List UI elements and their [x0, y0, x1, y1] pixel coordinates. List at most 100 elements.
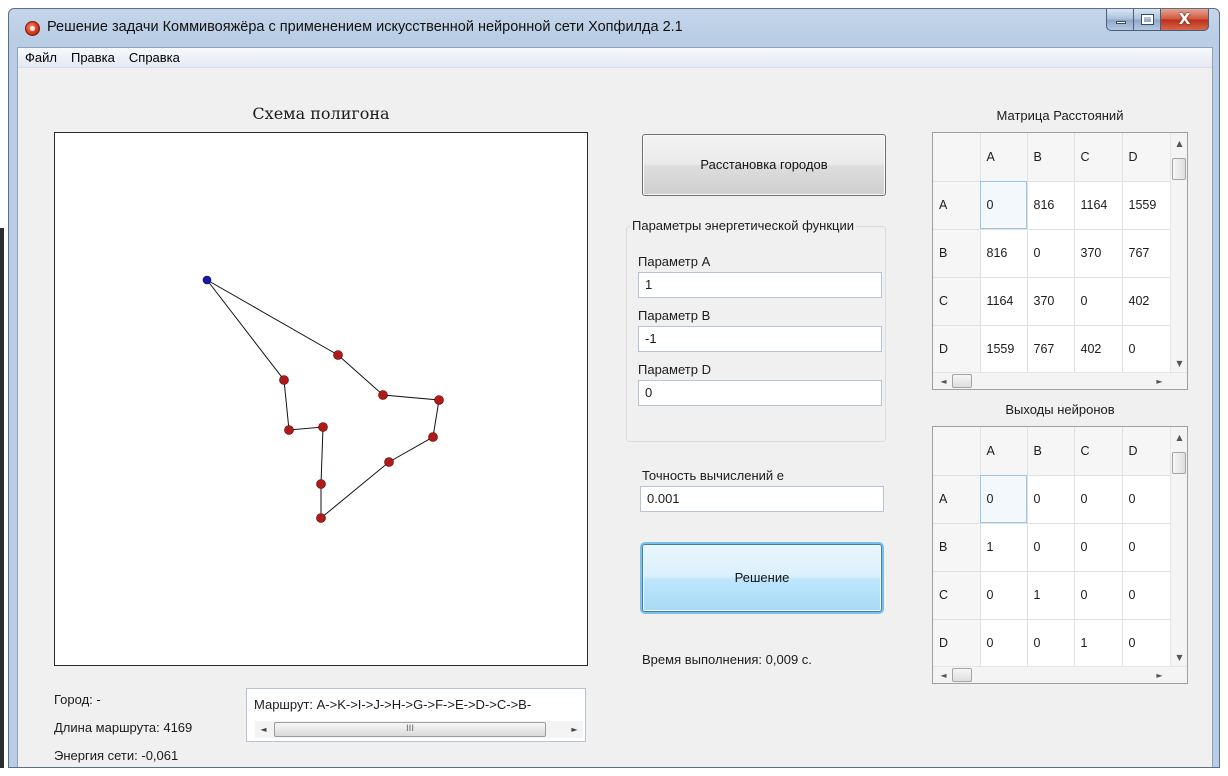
table-cell[interactable]: 370 — [1074, 229, 1123, 278]
param-d-input[interactable]: 0 — [638, 380, 882, 406]
horizontal-scrollbar[interactable]: ◄ ► — [933, 372, 1187, 389]
table-cell[interactable]: 0 — [1027, 523, 1075, 572]
maximize-icon — [1141, 14, 1154, 25]
app-icon[interactable] — [25, 21, 40, 36]
table-cell[interactable]: 0 — [1122, 619, 1173, 668]
row-header[interactable]: A — [933, 181, 981, 230]
table-cell[interactable]: 816 — [1027, 181, 1075, 230]
solve-button[interactable]: Решение — [642, 544, 882, 612]
start-city-node[interactable] — [202, 275, 212, 285]
table-cell[interactable]: 0 — [1122, 571, 1173, 620]
table-cell[interactable]: 0 — [1074, 523, 1123, 572]
table-cell[interactable]: 0 — [980, 619, 1028, 668]
table-cell[interactable]: 1164 — [980, 277, 1028, 326]
column-header[interactable]: C — [1074, 427, 1123, 476]
scroll-left-icon[interactable]: ◄ — [935, 373, 952, 389]
table-cell[interactable]: 1559 — [980, 325, 1028, 374]
city-node[interactable] — [284, 425, 294, 435]
table-row: A 0 0 0 0 — [933, 475, 1173, 524]
city-node[interactable] — [279, 375, 289, 385]
column-header[interactable]: A — [980, 133, 1028, 182]
scroll-right-icon[interactable]: ► — [566, 721, 583, 738]
table-cell[interactable]: 402 — [1074, 325, 1123, 374]
route-textbox[interactable]: Маршрут: A->K->I->J->H->G->F->E->D->C->B… — [246, 688, 586, 742]
column-header[interactable]: B — [1027, 427, 1075, 476]
network-energy-status: Энергия сети: -0,061 — [54, 748, 179, 763]
table-cell[interactable]: 0 — [1027, 475, 1075, 524]
table-cell[interactable]: 0 — [1027, 619, 1075, 668]
scroll-left-icon[interactable]: ◄ — [935, 667, 952, 683]
table-cell[interactable]: 0 — [1074, 475, 1123, 524]
minimize-button[interactable] — [1106, 9, 1134, 31]
param-b-input[interactable]: -1 — [638, 326, 882, 352]
vertical-scrollbar[interactable]: ▲ ▼ — [1170, 427, 1187, 668]
close-button[interactable]: X — [1161, 9, 1209, 31]
table-cell[interactable]: 0 — [1074, 571, 1123, 620]
scroll-thumb[interactable]: III — [274, 722, 546, 737]
scroll-right-icon[interactable]: ► — [1151, 667, 1168, 683]
scroll-up-icon[interactable]: ▲ — [1171, 429, 1187, 446]
table-cell[interactable]: 0 — [980, 571, 1028, 620]
table-cell[interactable]: 0 — [980, 181, 1028, 230]
place-cities-button[interactable]: Расстановка городов — [642, 134, 886, 196]
scroll-down-icon[interactable]: ▼ — [1171, 355, 1187, 372]
title-bar[interactable]: Решение задачи Коммивояжёра с применение… — [9, 9, 1219, 47]
table-cell[interactable]: 1559 — [1122, 181, 1173, 230]
table-cell[interactable]: 402 — [1122, 277, 1173, 326]
scroll-down-icon[interactable]: ▼ — [1171, 649, 1187, 666]
table-cell[interactable]: 1 — [980, 523, 1028, 572]
scroll-left-icon[interactable]: ◄ — [255, 721, 272, 738]
neuron-outputs-grid[interactable]: A B C D A 0 0 0 0 B 1 0 0 0 C 0 1 0 0 D … — [932, 426, 1188, 684]
row-header[interactable]: B — [933, 229, 981, 278]
table-cell[interactable]: 767 — [1027, 325, 1075, 374]
table-cell[interactable]: 0 — [980, 475, 1028, 524]
city-node[interactable] — [384, 457, 394, 467]
row-header[interactable]: C — [933, 571, 981, 620]
table-cell[interactable]: 0 — [1122, 325, 1173, 374]
polygon-canvas[interactable] — [54, 132, 588, 666]
column-header[interactable]: D — [1122, 133, 1173, 182]
table-cell[interactable]: 767 — [1122, 229, 1173, 278]
column-header[interactable]: A — [980, 427, 1028, 476]
column-header[interactable]: B — [1027, 133, 1075, 182]
column-header[interactable]: C — [1074, 133, 1123, 182]
scroll-right-icon[interactable]: ► — [1151, 373, 1168, 389]
menu-file[interactable]: Файл — [18, 50, 64, 65]
city-node[interactable] — [316, 513, 326, 523]
scroll-thumb[interactable] — [1172, 158, 1186, 180]
column-header[interactable]: D — [1122, 427, 1173, 476]
maximize-button[interactable] — [1134, 9, 1161, 31]
scroll-thumb[interactable] — [1172, 452, 1186, 474]
horizontal-scrollbar[interactable]: ◄ ► — [933, 666, 1187, 683]
table-cell[interactable]: 370 — [1027, 277, 1075, 326]
city-node[interactable] — [428, 432, 438, 442]
param-a-input[interactable]: 1 — [638, 272, 882, 298]
scroll-up-icon[interactable]: ▲ — [1171, 135, 1187, 152]
city-node[interactable] — [434, 395, 444, 405]
table-cell[interactable]: 0 — [1122, 475, 1173, 524]
table-cell[interactable]: 816 — [980, 229, 1028, 278]
table-cell[interactable]: 0 — [1122, 523, 1173, 572]
table-cell[interactable]: 0 — [1027, 229, 1075, 278]
table-cell[interactable]: 1164 — [1074, 181, 1123, 230]
city-node[interactable] — [378, 390, 388, 400]
row-header[interactable]: B — [933, 523, 981, 572]
vertical-scrollbar[interactable]: ▲ ▼ — [1170, 133, 1187, 374]
table-cell[interactable]: 0 — [1074, 277, 1123, 326]
city-node[interactable] — [316, 479, 326, 489]
menu-edit[interactable]: Правка — [64, 50, 122, 65]
row-header[interactable]: A — [933, 475, 981, 524]
row-header[interactable]: D — [933, 325, 981, 374]
table-cell[interactable]: 1 — [1027, 571, 1075, 620]
row-header[interactable]: C — [933, 277, 981, 326]
accuracy-input[interactable]: 0.001 — [640, 486, 884, 512]
menu-help[interactable]: Справка — [122, 50, 187, 65]
city-node[interactable] — [318, 422, 328, 432]
route-horizontal-scrollbar[interactable]: ◄ III ► — [255, 721, 583, 738]
row-header[interactable]: D — [933, 619, 981, 668]
scroll-thumb[interactable] — [952, 374, 972, 388]
scroll-thumb[interactable] — [952, 668, 972, 682]
table-cell[interactable]: 1 — [1074, 619, 1123, 668]
distance-matrix-grid[interactable]: A B C D A 0 816 1164 1559 B 816 0 370 76… — [932, 132, 1188, 390]
city-node[interactable] — [333, 350, 343, 360]
